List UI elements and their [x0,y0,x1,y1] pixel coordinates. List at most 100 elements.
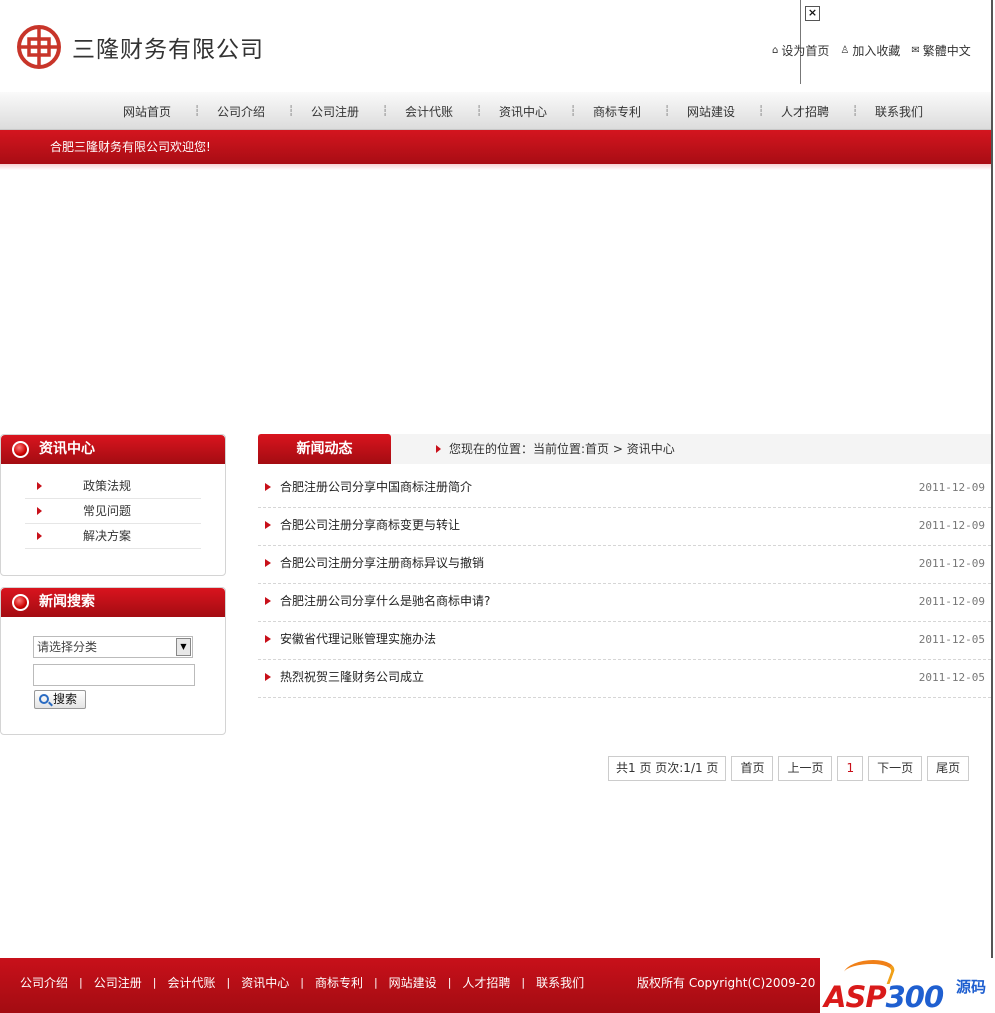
footer-link[interactable]: 公司注册 [94,974,142,991]
arrow-right-icon [265,597,271,605]
add-favorite-link[interactable]: ♙ 加入收藏 [840,42,900,59]
footer-link[interactable]: 资讯中心 [241,974,289,991]
news-title[interactable]: 安徽省代理记账管理实施办法 [280,622,436,657]
list-item[interactable]: 合肥公司注册分享注册商标异议与撤销 2011-12-09 [258,546,991,584]
nav-item[interactable]: 网站首页 [100,103,194,120]
news-search-title: 新闻搜索 [39,594,95,610]
list-item[interactable]: 安徽省代理记账管理实施办法 2011-12-05 [258,622,991,660]
category-select[interactable]: 请选择分类 ▼ [33,636,193,658]
category-item[interactable]: 政策法规 [25,474,201,499]
nav-item[interactable]: 资讯中心 [476,103,570,120]
keyword-input[interactable] [33,664,195,686]
footer-link[interactable]: 公司介绍 [20,974,68,991]
pagination: 共1 页 页次:1/1 页 首页 上一页 1 下一页 尾页 [608,756,970,781]
footer-link[interactable]: 网站建设 [389,974,437,991]
list-item[interactable]: 合肥注册公司分享中国商标注册简介 2011-12-09 [258,470,991,508]
news-title[interactable]: 合肥注册公司分享中国商标注册简介 [280,470,472,505]
footer-separator: | [226,976,231,989]
nav-item[interactable]: 联系我们 [852,103,946,120]
first-page-button[interactable]: 首页 [731,756,774,781]
category-item[interactable]: 解决方案 [25,524,201,549]
news-title[interactable]: 合肥注册公司分享什么是驰名商标申请? [280,584,490,619]
bookmark-icon: ♙ [840,45,850,56]
arrow-right-icon [265,635,271,643]
category-label: 常见问题 [83,504,132,518]
footer-link[interactable]: 联系我们 [536,974,584,991]
last-page-button[interactable]: 尾页 [927,756,970,781]
search-button-label: 搜索 [53,692,78,706]
nav-item[interactable]: 网站建设 [664,103,758,120]
bullet-icon [12,441,29,458]
footer-separator: | [79,976,83,989]
watermark-logo: ASP300 [824,980,945,1013]
arrow-right-icon [37,532,42,540]
nav-item[interactable]: 商标专利 [570,103,664,120]
news-date: 2011-12-09 [918,481,985,494]
news-title[interactable]: 合肥公司注册分享商标变更与转让 [280,508,460,543]
category-label: 政策法规 [83,479,132,493]
news-title[interactable]: 合肥公司注册分享注册商标异议与撤销 [280,546,484,581]
arrow-right-icon [265,673,271,681]
news-title[interactable]: 热烈祝贺三隆财务公司成立 [280,660,424,695]
list-item[interactable]: 热烈祝贺三隆财务公司成立 2011-12-05 [258,660,991,698]
footer: 公司介绍 | 公司注册 | 会计代账 | 资讯中心 | 商标专利 | 网站建设 | 人才招聘 | 联系我们 … [0,958,995,1013]
nav-item[interactable]: 人才招聘 [758,103,852,120]
list-item[interactable]: 合肥注册公司分享什么是驰名商标申请? 2011-12-09 [258,584,991,622]
main-nav: 网站首页 ┆ 公司介绍 ┆ 公司注册 ┆ 会计代账 ┆ 资讯中心 ┆ 商标专利 ┆ 网站建设 ┆ 人才招聘 ┆… [0,92,991,130]
prev-page-button[interactable]: 上一页 [778,756,833,781]
top-links: ⌂ 设为首页 ♙ 加入收藏 ✉ 繁體中文 [772,42,971,59]
news-date: 2011-12-09 [918,519,985,532]
copyright: 版权所有 Copyright(C)2009-20 [637,976,816,990]
content-header: 新闻动态 您现在的位置：当前位置:首页 > 资讯中心 [258,434,991,464]
watermark-num: 300 [885,980,945,1013]
footer-link[interactable]: 会计代账 [167,974,215,991]
company-logo-icon [17,25,61,69]
company-name: 三隆财务有限公司 [72,37,264,63]
footer-separator: | [300,976,304,989]
footer-links: 公司介绍 | 公司注册 | 会计代账 | 资讯中心 | 商标专利 | 网站建设 | 人才招聘 | 联系我们 [20,974,584,991]
category-item[interactable]: 常见问题 [25,499,201,524]
footer-separator: | [521,976,526,989]
close-icon[interactable]: × [805,6,820,21]
search-button[interactable]: 搜索 [34,690,86,709]
footer-separator: | [152,976,157,989]
footer-link[interactable]: 商标专利 [315,974,363,991]
asp300-watermark: ASP300 源码 [820,958,995,1013]
footer-separator: | [447,976,452,989]
footer-separator: | [373,976,378,989]
info-center-box: 资讯中心 政策法规常见问题解决方案 [0,434,226,576]
arrow-right-icon [37,507,42,515]
current-page: 1 [837,756,864,781]
nav-item[interactable]: 会计代账 [382,103,476,120]
header: 三隆财务有限公司 × ⌂ 设为首页 ♙ 加入收藏 ✉ 繁體中文 [0,0,995,92]
set-homepage-link[interactable]: ⌂ 设为首页 [772,42,829,59]
welcome-bar: 合肥三隆财务有限公司欢迎您! [0,130,991,164]
nav-item[interactable]: 公司介绍 [194,103,288,120]
news-search-header: 新闻搜索 [1,588,225,617]
list-item[interactable]: 合肥公司注册分享商标变更与转让 2011-12-09 [258,508,991,546]
traditional-chinese-link[interactable]: ✉ 繁體中文 [911,42,970,59]
page-info: 共1 页 页次:1/1 页 [608,756,727,781]
news-search-box: 新闻搜索 请选择分类 ▼ 搜索 [0,587,226,735]
category-select-value: 请选择分类 [37,640,98,654]
tab-news[interactable]: 新闻动态 [258,434,391,464]
set-homepage-label: 设为首页 [781,44,830,58]
language-icon: ✉ [911,45,920,56]
bullet-icon [12,594,29,611]
search-icon [39,694,49,704]
footer-link[interactable]: 人才招聘 [462,974,510,991]
watermark-cn: 源码 [956,978,987,996]
news-date: 2011-12-05 [918,633,985,646]
info-center-header: 资讯中心 [1,435,225,464]
arrow-right-icon [37,482,42,490]
chevron-down-icon[interactable]: ▼ [176,638,191,656]
news-date: 2011-12-09 [918,595,985,608]
arrow-right-icon [265,559,271,567]
next-page-button[interactable]: 下一页 [868,756,923,781]
nav-item[interactable]: 公司注册 [288,103,382,120]
info-center-title: 资讯中心 [39,441,95,457]
arrow-right-icon [265,521,271,529]
arrow-right-icon [265,483,271,491]
home-icon: ⌂ [772,45,779,56]
page-right-border [991,0,993,958]
